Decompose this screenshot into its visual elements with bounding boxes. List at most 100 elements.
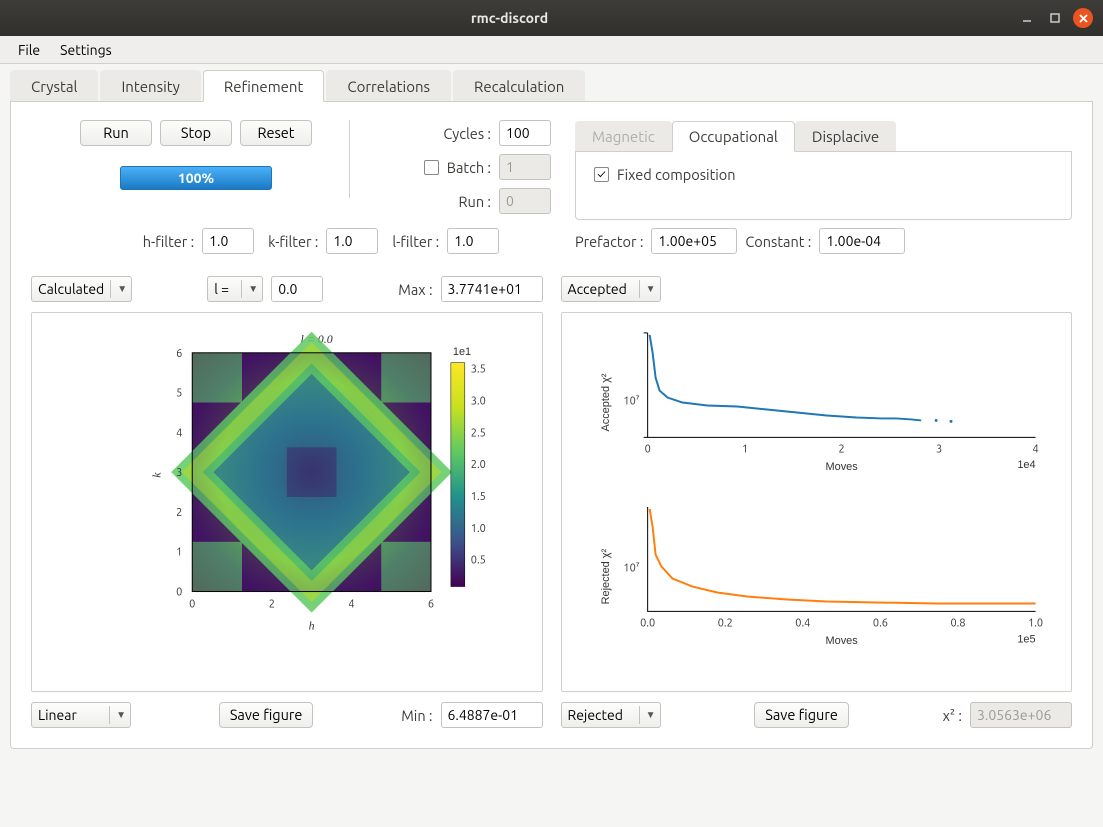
- slice-axis-select[interactable]: l = ▼: [207, 276, 263, 302]
- svg-text:3.5: 3.5: [471, 364, 486, 376]
- svg-text:0.5: 0.5: [471, 555, 486, 567]
- tab-occupational[interactable]: Occupational: [672, 121, 795, 152]
- main-content: Crystal Intensity Refinement Correlation…: [0, 64, 1103, 827]
- tab-crystal[interactable]: Crystal: [10, 70, 98, 101]
- max-label: Max :: [398, 281, 432, 298]
- app-window: rmc-discord File Settings Crystal Intens…: [0, 0, 1103, 827]
- reset-button[interactable]: Reset: [240, 120, 312, 146]
- batch-input: [499, 154, 551, 180]
- svg-text:2.5: 2.5: [471, 427, 486, 439]
- chi-plot-bottom-select[interactable]: Rejected▼: [561, 702, 661, 728]
- svg-text:6: 6: [176, 348, 182, 360]
- svg-text:1: 1: [742, 443, 748, 455]
- close-button[interactable]: [1073, 8, 1093, 28]
- svg-text:6: 6: [428, 598, 434, 610]
- svg-text:1e5: 1e5: [1017, 633, 1035, 645]
- batch-label: Batch :: [447, 159, 491, 176]
- maximize-button[interactable]: [1045, 8, 1065, 28]
- tab-correlations[interactable]: Correlations: [326, 70, 451, 101]
- svg-text:Moves: Moves: [825, 461, 858, 473]
- tab-recalculation[interactable]: Recalculation: [453, 70, 585, 101]
- cycles-input[interactable]: [499, 120, 551, 146]
- fixed-composition-label: Fixed composition: [617, 166, 736, 183]
- right-plot-column: Accepted▼ 10⁷: [561, 276, 1073, 736]
- mode-tabs: Magnetic Occupational Displacive: [575, 120, 1072, 152]
- max-input[interactable]: [441, 276, 543, 302]
- svg-text:Rejected χ²: Rejected χ²: [599, 548, 611, 604]
- prefactor-label: Prefactor :: [575, 233, 643, 250]
- svg-text:3: 3: [176, 467, 182, 479]
- svg-text:2: 2: [269, 598, 275, 610]
- svg-text:0: 0: [189, 598, 195, 610]
- svg-text:2: 2: [838, 443, 844, 455]
- svg-text:4: 4: [348, 598, 354, 610]
- svg-text:4: 4: [1032, 443, 1038, 455]
- svg-text:1e1: 1e1: [453, 346, 471, 358]
- svg-text:5: 5: [176, 388, 182, 400]
- constant-label: Constant :: [745, 233, 811, 250]
- fixed-composition-checkbox[interactable]: ✓: [594, 167, 609, 182]
- menubar: File Settings: [0, 36, 1103, 64]
- svg-text:4: 4: [176, 427, 182, 439]
- svg-text:k: k: [149, 472, 163, 478]
- svg-text:Accepted χ²: Accepted χ²: [599, 373, 611, 431]
- svg-text:2: 2: [176, 507, 182, 519]
- svg-text:Moves: Moves: [825, 635, 858, 647]
- menu-settings[interactable]: Settings: [50, 38, 122, 62]
- min-label: Min :: [401, 707, 432, 724]
- h-filter-label: h-filter :: [143, 233, 194, 250]
- l-filter-input[interactable]: [447, 228, 499, 254]
- batch-checkbox[interactable]: [424, 160, 439, 175]
- chi-squared-label: x² :: [943, 707, 962, 724]
- save-figure-left-button[interactable]: Save figure: [219, 702, 314, 728]
- scale-select[interactable]: Linear▼: [31, 702, 131, 728]
- stop-button[interactable]: Stop: [160, 120, 232, 146]
- svg-text:0.4: 0.4: [795, 617, 810, 629]
- svg-text:0.6: 0.6: [872, 617, 887, 629]
- k-filter-input[interactable]: [326, 228, 378, 254]
- minimize-button[interactable]: [1017, 8, 1037, 28]
- save-figure-right-button[interactable]: Save figure: [754, 702, 849, 728]
- view-select[interactable]: Calculated▼: [31, 276, 132, 302]
- left-plot-column: Calculated▼ l = ▼ Max :: [31, 276, 543, 736]
- slice-value-input[interactable]: [271, 276, 323, 302]
- svg-text:3: 3: [936, 443, 942, 455]
- progress-bar: 100%: [120, 166, 272, 190]
- intensity-heatmap-plot: l = 0.0: [31, 312, 543, 692]
- tab-magnetic: Magnetic: [575, 121, 672, 151]
- run-input: [499, 188, 551, 214]
- svg-text:0.8: 0.8: [950, 617, 965, 629]
- mode-panel: Magnetic Occupational Displacive ✓ Fixed…: [575, 120, 1072, 222]
- svg-text:1e4: 1e4: [1017, 459, 1035, 471]
- svg-text:1.0: 1.0: [471, 523, 486, 535]
- cycles-label: Cycles :: [443, 125, 491, 142]
- svg-text:10⁷: 10⁷: [623, 396, 639, 408]
- k-filter-label: k-filter :: [268, 233, 318, 250]
- chi-squared-display: [970, 702, 1072, 728]
- prefactor-input[interactable]: [651, 228, 737, 254]
- chi-squared-plots: 10⁷ 01 23 4 1e4 Moves Accepted χ²: [561, 312, 1073, 692]
- svg-text:3.0: 3.0: [471, 396, 486, 408]
- refinement-panel: Run Stop Reset 100% Cycles :: [10, 102, 1093, 749]
- svg-text:1.5: 1.5: [471, 491, 486, 503]
- h-filter-input[interactable]: [202, 228, 254, 254]
- min-input[interactable]: [441, 702, 543, 728]
- svg-text:h: h: [309, 618, 315, 632]
- svg-text:0.0: 0.0: [640, 617, 655, 629]
- chi-plot-top-select[interactable]: Accepted▼: [561, 276, 661, 302]
- run-label: Run :: [459, 193, 491, 210]
- main-tabs: Crystal Intensity Refinement Correlation…: [10, 68, 1093, 102]
- tab-intensity[interactable]: Intensity: [100, 70, 200, 101]
- tab-displacive[interactable]: Displacive: [795, 121, 896, 151]
- svg-text:0: 0: [176, 587, 182, 599]
- run-button[interactable]: Run: [80, 120, 152, 146]
- menu-file[interactable]: File: [8, 38, 50, 62]
- svg-text:0.2: 0.2: [717, 617, 732, 629]
- occupational-body: ✓ Fixed composition: [575, 152, 1072, 220]
- constant-input[interactable]: [819, 228, 905, 254]
- svg-text:1: 1: [176, 547, 182, 559]
- window-title: rmc-discord: [10, 10, 1009, 26]
- svg-text:2.0: 2.0: [471, 459, 486, 471]
- tab-refinement[interactable]: Refinement: [203, 70, 325, 102]
- svg-text:1.0: 1.0: [1028, 617, 1043, 629]
